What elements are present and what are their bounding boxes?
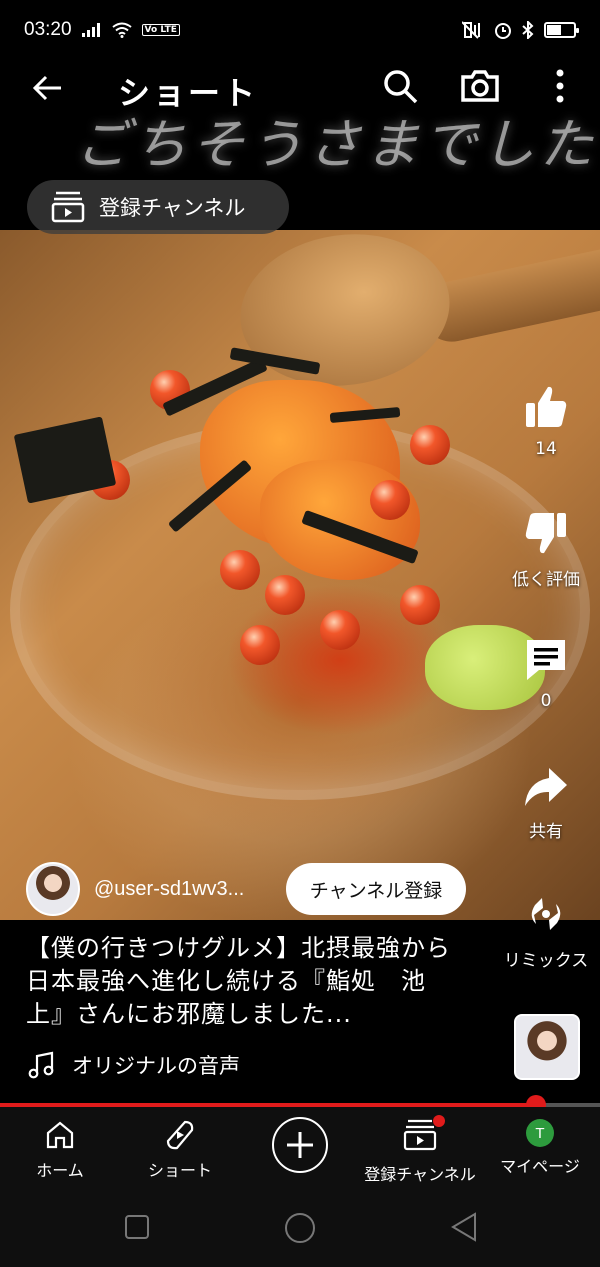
dislike-button[interactable]: 低く評価 <box>496 509 596 590</box>
share-button[interactable]: 共有 <box>496 765 596 842</box>
notification-dot <box>433 1115 445 1127</box>
shorts-header: ショート <box>0 60 600 116</box>
comments-button[interactable]: 0 <box>496 635 596 711</box>
remix-button[interactable]: リミックス <box>496 890 596 971</box>
nav-home-label: ホーム <box>36 1161 84 1180</box>
subscriptions-pill-label: 登録チャンネル <box>99 196 246 220</box>
nav-mypage[interactable]: T マイページ <box>480 1119 600 1177</box>
mute-icon <box>462 21 480 39</box>
home-icon <box>46 1121 74 1149</box>
camera-button[interactable] <box>458 64 502 108</box>
comment-icon <box>527 640 565 680</box>
camera-icon <box>461 70 499 102</box>
wifi-icon <box>111 22 132 38</box>
share-label: 共有 <box>529 822 563 842</box>
audio-row[interactable]: オリジナルの音声 <box>28 1050 240 1080</box>
channel-handle[interactable]: @user-sd1wv3... <box>94 878 270 901</box>
thumbs-up-icon <box>526 386 567 427</box>
arrow-left-icon <box>32 75 61 101</box>
more-vertical-icon <box>556 69 564 103</box>
search-icon <box>384 70 418 104</box>
subscriptions-pill[interactable]: 登録チャンネル <box>27 180 289 234</box>
remix-icon <box>531 898 561 930</box>
create-button[interactable] <box>272 1117 328 1173</box>
bottom-navigation: ホーム ショート 登録チャンネル T マイページ <box>0 1107 600 1192</box>
nav-shorts[interactable]: ショート <box>120 1119 240 1181</box>
account-avatar: T <box>526 1119 554 1147</box>
ikura-shape <box>410 425 450 465</box>
triangle-back-icon <box>451 1212 476 1242</box>
nav-mypage-label: マイページ <box>500 1157 580 1176</box>
subscribe-button[interactable]: チャンネル登録 <box>286 863 466 915</box>
nav-subscriptions[interactable]: 登録チャンネル <box>360 1115 480 1185</box>
nav-shorts-label: ショート <box>147 1161 212 1180</box>
home-system-button[interactable] <box>284 1212 316 1248</box>
system-navigation-bar <box>0 1192 600 1267</box>
nav-subscriptions-label: 登録チャンネル <box>364 1165 476 1184</box>
volte-badge: Vo LTE <box>141 24 180 36</box>
ikura-shape <box>320 610 360 650</box>
page-title: ショート <box>118 74 259 112</box>
subscriptions-icon <box>403 1119 437 1151</box>
ikura-shape <box>220 550 260 590</box>
ikura-shape <box>370 480 410 520</box>
nav-home[interactable]: ホーム <box>0 1119 120 1181</box>
music-note-icon <box>28 1051 54 1079</box>
shorts-icon <box>166 1120 194 1150</box>
status-time: 03:20 <box>24 19 72 40</box>
back-system-button[interactable] <box>450 1212 478 1246</box>
status-bar: 03:20 Vo LTE <box>0 0 600 60</box>
comment-count: 0 <box>540 691 552 711</box>
spoon-shape <box>230 230 460 399</box>
dislike-label: 低く評価 <box>512 570 580 590</box>
search-button[interactable] <box>380 66 420 106</box>
square-icon <box>125 1215 149 1239</box>
like-button[interactable]: 14 <box>496 383 596 459</box>
channel-avatar[interactable] <box>26 862 80 916</box>
plus-icon <box>287 1132 313 1158</box>
audio-label: オリジナルの音声 <box>72 1054 240 1078</box>
recents-button[interactable] <box>124 1214 150 1244</box>
like-count: 14 <box>535 439 557 459</box>
battery-icon <box>544 22 579 38</box>
thumbs-down-icon <box>525 513 566 554</box>
alarm-icon <box>495 23 511 39</box>
signal-icon <box>81 23 100 37</box>
back-button[interactable] <box>28 68 68 108</box>
audio-thumbnail[interactable] <box>514 1014 580 1080</box>
ikura-shape <box>240 625 280 665</box>
more-options-button[interactable] <box>548 66 572 106</box>
ikura-shape <box>265 575 305 615</box>
remix-label: リミックス <box>503 951 589 971</box>
subscriptions-icon <box>51 191 85 223</box>
circle-icon <box>285 1213 315 1243</box>
author-row: @user-sd1wv3... チャンネル登録 <box>26 862 466 916</box>
ikura-shape <box>400 585 440 625</box>
bluetooth-icon <box>522 21 534 39</box>
share-icon <box>525 768 567 806</box>
video-description[interactable]: 【僕の行きつけグルメ】北摂最強から日本最強へ進化し続ける『鮨処 池上』さんにお邪… <box>26 932 456 1031</box>
